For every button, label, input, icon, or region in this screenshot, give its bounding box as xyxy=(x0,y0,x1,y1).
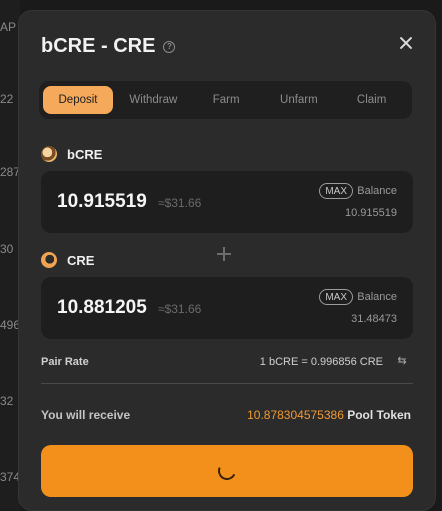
bcre-token-icon xyxy=(41,146,57,162)
background-text: 22 xyxy=(0,92,14,106)
tab-claim[interactable]: Claim xyxy=(335,86,408,114)
modal-header: bCRE - CRE ? xyxy=(41,35,176,58)
tab-unfarm[interactable]: Unfarm xyxy=(263,86,336,114)
divider xyxy=(41,383,413,384)
deposit-modal: bCRE - CRE ? Deposit Withdraw Farm Unfar… xyxy=(18,10,436,511)
balance-label: Balance xyxy=(357,185,397,197)
background-text: 32 xyxy=(0,394,14,408)
token-a-usd: ≈$31.66 xyxy=(158,196,202,210)
token-b-usd: ≈$31.66 xyxy=(158,302,202,316)
max-button[interactable]: MAX xyxy=(319,183,353,199)
balance-value: 10.915519 xyxy=(345,207,397,219)
plus-icon xyxy=(217,247,231,261)
token-b-amount[interactable]: 10.881205 xyxy=(57,297,147,319)
background-list: AP 22 287 30 496 32 374 xyxy=(0,0,20,511)
background-text: 30 xyxy=(0,242,14,256)
receive-unit: Pool Token xyxy=(347,408,411,422)
submit-button[interactable] xyxy=(41,445,413,497)
receive-label: You will receive xyxy=(41,408,131,422)
tab-deposit[interactable]: Deposit xyxy=(43,86,113,114)
balance-value: 31.48473 xyxy=(351,313,397,325)
token-b-input[interactable]: 10.881205 ≈$31.66 MAX Balance 31.48473 xyxy=(41,277,413,339)
token-b-name: CRE xyxy=(67,252,95,268)
cre-token-icon xyxy=(41,252,57,268)
close-icon[interactable] xyxy=(397,35,415,53)
pair-rate-value: 1 bCRE = 0.996856 CRE xyxy=(259,356,383,368)
max-button[interactable]: MAX xyxy=(319,289,353,305)
tab-withdraw[interactable]: Withdraw xyxy=(117,86,190,114)
token-a-input[interactable]: 10.915519 ≈$31.66 MAX Balance 10.915519 xyxy=(41,171,413,233)
receive-amount: 10.878304575386 xyxy=(247,408,344,422)
token-b-label: CRE xyxy=(41,252,94,268)
token-a-amount[interactable]: 10.915519 xyxy=(57,191,147,213)
tab-farm[interactable]: Farm xyxy=(190,86,263,114)
question-circle-icon[interactable]: ? xyxy=(163,40,176,53)
action-tabs: Deposit Withdraw Farm Unfarm Claim xyxy=(39,81,412,119)
token-a-name: bCRE xyxy=(67,146,103,162)
loading-spinner-icon xyxy=(215,459,239,483)
token-a-label: bCRE xyxy=(41,146,102,162)
modal-title: bCRE - CRE xyxy=(41,35,156,57)
receive-value: 10.878304575386 Pool Token xyxy=(247,408,411,422)
background-text: AP xyxy=(0,20,17,34)
pair-rate-label: Pair Rate xyxy=(41,356,89,368)
balance-label: Balance xyxy=(357,291,397,303)
swap-icon[interactable]: ⇆ xyxy=(395,354,409,368)
